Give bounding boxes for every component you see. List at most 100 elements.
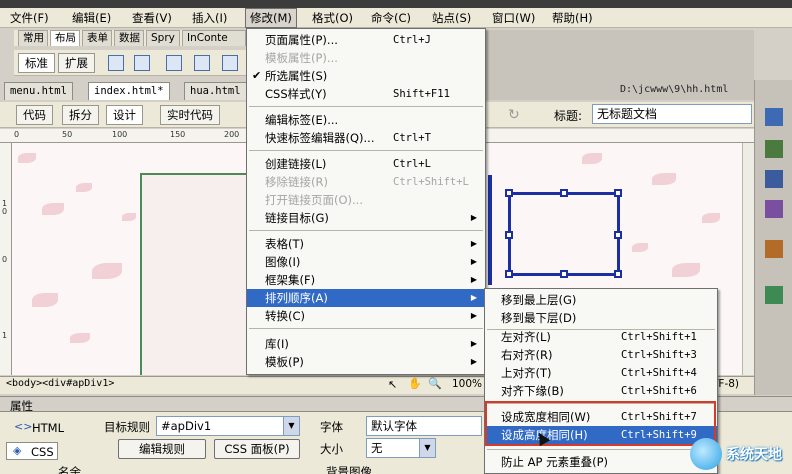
resize-handle[interactable]: [614, 231, 622, 239]
draw-ap-div-icon[interactable]: [166, 55, 182, 71]
insert-toolbar: 标准 扩展: [14, 50, 246, 76]
tag-inspector-icon[interactable]: [765, 200, 783, 218]
resize-handle[interactable]: [560, 189, 568, 197]
menu-item-library[interactable]: 库(I) ▶: [247, 335, 485, 353]
file-path: D:\jcwww\9\hh.html: [620, 84, 729, 95]
ap-div-layer[interactable]: [140, 173, 260, 375]
spry-panel-icon[interactable]: [222, 55, 238, 71]
menu-item-frameset[interactable]: 框架集(F) ▶: [247, 271, 485, 289]
tab-layout[interactable]: 布局: [50, 30, 80, 46]
css-mode-label: CSS: [31, 445, 54, 459]
css-panel-button[interactable]: CSS 面板(P): [214, 439, 300, 459]
zoom-level[interactable]: 100%: [452, 378, 482, 390]
menu-item-arrange[interactable]: 排列顺序(A) ▶: [247, 289, 485, 307]
font-select[interactable]: 默认字体: [366, 416, 482, 436]
doc-tab-hua[interactable]: hua.html: [184, 82, 247, 100]
menu-format[interactable]: 格式(O): [308, 8, 357, 28]
expanded-mode-button[interactable]: 扩展: [58, 53, 95, 73]
title-input[interactable]: 无标题文档: [592, 104, 752, 124]
petal-decoration: [652, 173, 676, 185]
menu-item-page-properties[interactable]: 页面属性(P)... Ctrl+J: [247, 31, 485, 49]
doc-tab-index[interactable]: index.html*: [88, 82, 170, 100]
tab-spry[interactable]: Spry: [146, 30, 180, 46]
chevron-down-icon: ▼: [419, 439, 435, 457]
resize-handle[interactable]: [560, 270, 568, 278]
pointer-tool-icon[interactable]: ↖: [388, 378, 397, 391]
menu-item-send-to-back[interactable]: 移到最下层(D): [485, 309, 717, 327]
menu-insert[interactable]: 插入(I): [188, 8, 231, 28]
html-mode-button[interactable]: HTML: [32, 421, 64, 435]
standard-mode-button[interactable]: 标准: [18, 53, 55, 73]
menu-separator: [249, 328, 483, 329]
menu-item-bring-to-front[interactable]: 移到最上层(G): [485, 291, 717, 309]
menu-item-table[interactable]: 表格(T) ▶: [247, 235, 485, 253]
menu-window[interactable]: 窗口(W): [488, 8, 539, 28]
split-view-button[interactable]: 拆分: [62, 105, 99, 125]
menu-item-convert[interactable]: 转换(C) ▶: [247, 307, 485, 325]
target-rule-value: #apDiv1: [161, 419, 212, 433]
menu-item-selection-properties[interactable]: ✔ 所选属性(S): [247, 67, 485, 85]
menu-item-align-bottom[interactable]: 对齐下缘(B) Ctrl+Shift+6: [485, 382, 717, 400]
refresh-icon[interactable]: ↻: [508, 107, 520, 123]
ruler-tick: 0: [14, 130, 20, 139]
insert-panel-icon[interactable]: [765, 108, 783, 126]
selected-ap-div[interactable]: [505, 189, 622, 278]
menu-help[interactable]: 帮助(H): [548, 8, 597, 28]
target-rule-label: 目标规则: [104, 420, 150, 434]
menu-item-make-link[interactable]: 创建链接(L) Ctrl+L: [247, 155, 485, 173]
menu-item-image[interactable]: 图像(I) ▶: [247, 253, 485, 271]
ruler-tick: 50: [62, 130, 73, 139]
spry-menu-icon[interactable]: [194, 55, 210, 71]
tag-selector[interactable]: <body><div#apDiv1>: [6, 378, 114, 389]
menu-item-remove-link: 移除链接(R) Ctrl+Shift+L: [265, 175, 469, 189]
tab-data[interactable]: 数据: [114, 30, 144, 46]
menu-item-align-left[interactable]: 左对齐(L) Ctrl+Shift+1: [485, 328, 717, 346]
menu-item-prevent-overlaps[interactable]: 防止 AP 元素重叠(P): [485, 453, 717, 471]
target-rule-select[interactable]: #apDiv1 ▼: [156, 416, 300, 436]
edit-rule-button[interactable]: 编辑规则: [118, 439, 206, 459]
assets-icon[interactable]: [765, 240, 783, 258]
menu-site[interactable]: 站点(S): [428, 8, 475, 28]
resize-handle[interactable]: [614, 270, 622, 278]
menu-edit[interactable]: 编辑(E): [68, 8, 115, 28]
menu-commands[interactable]: 命令(C): [367, 8, 415, 28]
menu-item-css-styles[interactable]: CSS样式(Y) Shift+F11: [247, 85, 485, 103]
resize-handle[interactable]: [614, 189, 622, 197]
menu-item-link-target[interactable]: 链接目标(G) ▶: [247, 209, 485, 227]
css-mode-button[interactable]: ◈ CSS: [6, 442, 58, 460]
menu-file[interactable]: 文件(F): [6, 8, 53, 28]
doc-tab-menu[interactable]: menu.html: [4, 82, 73, 100]
hand-tool-icon[interactable]: ✋: [408, 377, 422, 390]
resize-handle[interactable]: [505, 270, 513, 278]
size-select[interactable]: 无 ▼: [366, 438, 436, 458]
menu-view[interactable]: 查看(V): [128, 8, 176, 28]
insert-div-icon[interactable]: [134, 55, 150, 71]
menu-modify[interactable]: 修改(M): [245, 8, 297, 28]
design-view-button[interactable]: 设计: [106, 105, 143, 125]
files-icon[interactable]: [765, 286, 783, 304]
resize-handle[interactable]: [505, 231, 513, 239]
chevron-down-icon: ▼: [283, 417, 299, 435]
menu-separator: [249, 230, 483, 231]
code-view-button[interactable]: 代码: [16, 105, 53, 125]
menu-item-templates[interactable]: 模板(P) ▶: [247, 353, 485, 371]
submenu-arrow-icon: ▶: [470, 293, 477, 302]
menu-item-edit-tag[interactable]: 编辑标签(E)...: [247, 111, 485, 129]
menu-item-align-top[interactable]: 上对齐(T) Ctrl+Shift+4: [485, 364, 717, 382]
zoom-tool-icon[interactable]: 🔍: [428, 377, 442, 390]
vertical-scrollbar[interactable]: [742, 143, 754, 375]
sitemap-icon[interactable]: [765, 140, 783, 158]
resize-handle[interactable]: [505, 189, 513, 197]
submenu-arrow-icon: ▶: [470, 239, 477, 248]
menu-item-quick-tag-editor[interactable]: 快速标签编辑器(Q)... Ctrl+T: [247, 129, 485, 147]
live-code-button[interactable]: 实时代码: [160, 105, 220, 125]
submenu-arrow-icon: ▶: [470, 275, 477, 284]
css-icon: ◈: [13, 444, 22, 457]
checkmark-icon: ✔: [252, 69, 262, 82]
menu-item-align-right[interactable]: 右对齐(R) Ctrl+Shift+3: [485, 346, 717, 364]
tab-incontext[interactable]: InConte: [182, 30, 246, 46]
tab-common[interactable]: 常用: [18, 30, 48, 46]
ap-elements-icon[interactable]: [765, 170, 783, 188]
tab-forms[interactable]: 表单: [82, 30, 112, 46]
table-icon[interactable]: [108, 55, 124, 71]
